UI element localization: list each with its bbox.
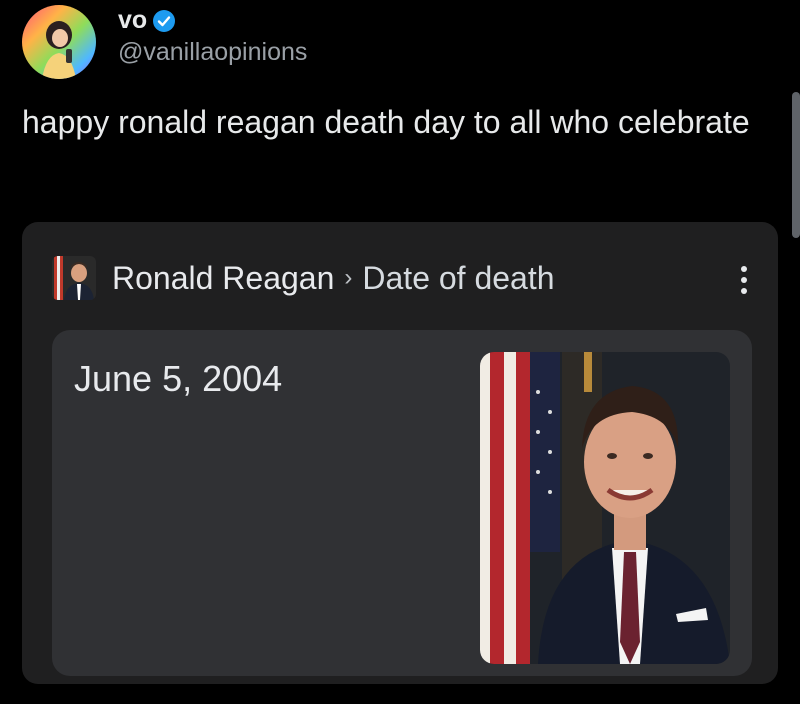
display-name-row[interactable]: vo (118, 6, 176, 35)
portrait-image[interactable] (480, 352, 730, 664)
avatar-image (22, 5, 96, 79)
breadcrumb-entity[interactable]: Ronald Reagan (112, 260, 334, 297)
breadcrumb: Ronald Reagan › Date of death (112, 256, 555, 300)
tweet-text: happy ronald reagan death day to all who… (22, 104, 750, 140)
answer-panel: June 5, 2004 (52, 330, 752, 676)
breadcrumb-separator: › (344, 264, 353, 291)
verified-badge-icon (153, 9, 176, 32)
breadcrumb-attribute: Date of death (362, 259, 555, 296)
avatar[interactable] (22, 5, 96, 79)
more-vert-icon[interactable] (734, 260, 754, 300)
search-result-card[interactable]: Ronald Reagan › Date of death June 5, 20… (22, 222, 778, 684)
display-name[interactable]: vo (118, 6, 147, 35)
entity-thumbnail (52, 256, 96, 300)
answer-value: June 5, 2004 (74, 358, 283, 399)
scrollbar[interactable] (792, 92, 800, 238)
user-handle[interactable]: @vanillaopinions (118, 38, 307, 67)
